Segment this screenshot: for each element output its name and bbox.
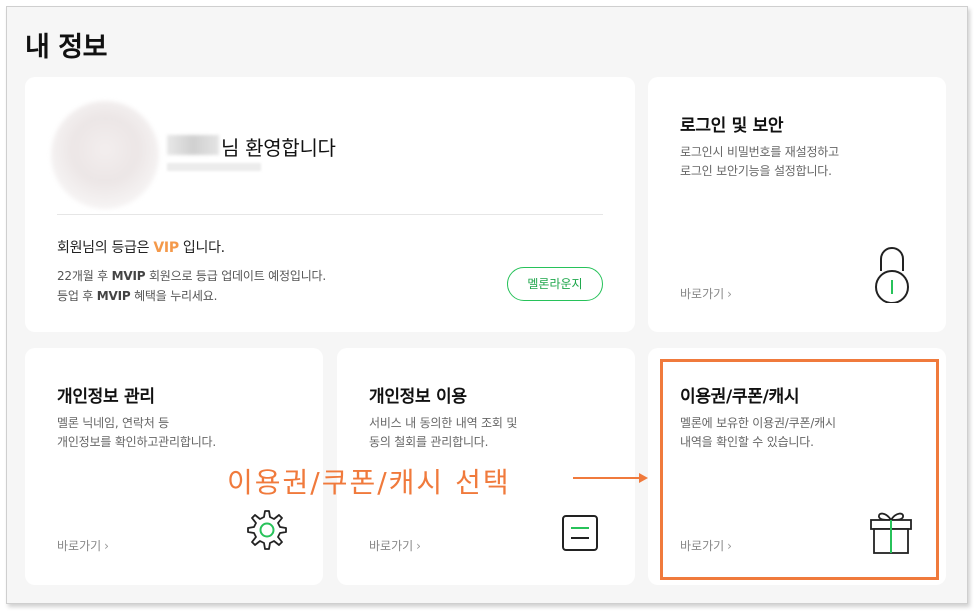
line2-prefix: 등업 후 bbox=[57, 289, 97, 303]
avatar bbox=[51, 101, 159, 209]
divider bbox=[57, 214, 603, 215]
goto-label: 바로가기 bbox=[680, 287, 725, 301]
annotation-arrow-line bbox=[573, 477, 641, 479]
login-security-desc2: 로그인 보안기능을 설정합니다. bbox=[680, 164, 832, 178]
login-security-desc1: 로그인시 비밀번호를 재설정하고 bbox=[680, 145, 839, 159]
login-security-title: 로그인 및 보안 bbox=[680, 116, 784, 136]
username-blurred bbox=[167, 135, 219, 155]
login-security-goto-link[interactable]: 바로가기 › bbox=[680, 285, 732, 302]
personal-use-title: 개인정보 이용 bbox=[369, 387, 467, 407]
profile-card: 님 환영합니다 회원님의 등급은 VIP 입니다. 22개월 후 MVIP 회원… bbox=[25, 77, 635, 332]
grade-info-line2: 등업 후 MVIP 혜택을 누리세요. bbox=[57, 287, 217, 304]
goto-label: 바로가기 bbox=[369, 539, 414, 553]
chevron-right-icon: › bbox=[104, 539, 109, 553]
line2-suffix: 혜택을 누리세요. bbox=[130, 289, 218, 303]
login-security-card[interactable]: 로그인 및 보안 로그인시 비밀번호를 재설정하고 로그인 보안기능을 설정합니… bbox=[648, 77, 946, 332]
grade-info-line1: 22개월 후 MVIP 회원으로 등급 업데이트 예정입니다. bbox=[57, 267, 326, 284]
document-icon bbox=[562, 515, 598, 551]
grade-line: 회원님의 등급은 VIP 입니다. bbox=[57, 237, 225, 257]
line1-prefix: 22개월 후 bbox=[57, 269, 112, 283]
email-blurred bbox=[167, 163, 261, 171]
page-title: 내 정보 bbox=[25, 32, 107, 63]
padlock-icon bbox=[875, 247, 909, 303]
line1-suffix: 회원으로 등급 업데이트 예정입니다. bbox=[145, 269, 327, 283]
melon-lounge-button[interactable]: 멜론라운지 bbox=[507, 267, 603, 301]
grade-badge: VIP bbox=[153, 240, 179, 256]
personal-use-goto-link[interactable]: 바로가기 › bbox=[369, 537, 421, 554]
goto-label: 바로가기 bbox=[57, 539, 102, 553]
personal-use-desc1: 서비스 내 동의한 내역 조회 및 bbox=[369, 416, 518, 430]
annotation-arrow-head-icon bbox=[639, 473, 648, 483]
grade-prefix: 회원님의 등급은 bbox=[57, 240, 154, 256]
personal-manage-desc2: 개인정보를 확인하고관리합니다. bbox=[57, 435, 216, 449]
line1-grade: MVIP bbox=[111, 269, 146, 283]
page-frame: 내 정보 님 환영합니다 회원님의 등급은 VIP 입니다. 22개월 후 MV… bbox=[6, 6, 968, 604]
chevron-right-icon: › bbox=[727, 287, 732, 301]
gear-icon bbox=[247, 510, 287, 550]
chevron-right-icon: › bbox=[416, 539, 421, 553]
personal-manage-desc1: 멜론 닉네임, 연락처 등 bbox=[57, 416, 170, 430]
personal-manage-goto-link[interactable]: 바로가기 › bbox=[57, 537, 109, 554]
line2-grade: MVIP bbox=[96, 289, 131, 303]
welcome-text: 님 환영합니다 bbox=[221, 136, 336, 160]
personal-manage-title: 개인정보 관리 bbox=[57, 387, 155, 407]
voucher-highlight-box bbox=[660, 359, 939, 580]
annotation-label: 이용권/쿠폰/캐시 선택 bbox=[227, 466, 511, 499]
personal-use-desc2: 동의 철회를 관리합니다. bbox=[369, 435, 489, 449]
grade-suffix: 입니다. bbox=[178, 240, 225, 256]
